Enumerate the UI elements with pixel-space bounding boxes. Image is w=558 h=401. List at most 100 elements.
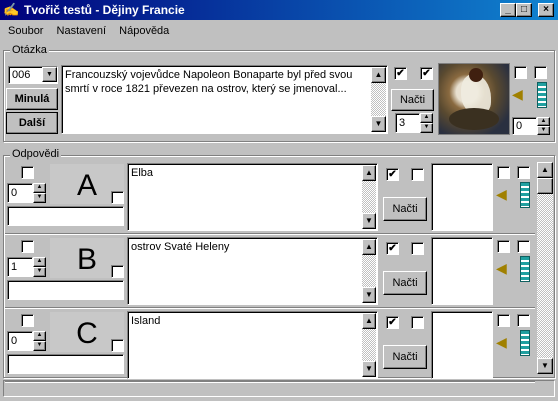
answer-extra-field[interactable] <box>7 206 124 226</box>
speaker-icon[interactable]: ◀ <box>512 86 523 103</box>
minimize-button[interactable]: _ <box>500 3 516 17</box>
speaker-icon[interactable]: ◀ <box>496 186 507 203</box>
answer-select-check[interactable] <box>21 240 34 253</box>
answer-points-field[interactable]: 0 <box>7 183 33 203</box>
answers-group-label: Odpovědi <box>10 148 62 160</box>
dropdown-arrow-icon: ▼ <box>46 71 53 78</box>
answers-scroll-thumb[interactable] <box>537 178 553 194</box>
scroll-up-button[interactable]: ▲ <box>362 165 376 181</box>
question-text[interactable]: Francouzský vojevůdce Napoleon Bonaparte… <box>61 65 388 134</box>
question-text-content: Francouzský vojevůdce Napoleon Bonaparte… <box>65 69 353 95</box>
title-bar: ✍ Tvořič testů - Dějiny Francie _ □ × <box>0 0 558 20</box>
film-icon[interactable] <box>520 182 530 208</box>
answer-extra-field[interactable] <box>7 280 124 300</box>
answer-points-spinner[interactable]: ▲ ▼ <box>33 331 46 351</box>
scroll-up-button[interactable]: ▲ <box>371 67 386 83</box>
answer-image-check-2[interactable] <box>517 314 530 327</box>
answers-scroll-up[interactable]: ▲ <box>537 162 553 178</box>
answer-correct-check[interactable]: ✔ <box>386 168 399 181</box>
film-icon[interactable] <box>537 82 547 108</box>
question-number: 006 <box>12 69 31 81</box>
answer-alt-check[interactable] <box>411 316 424 329</box>
answer-text[interactable]: Elba <box>127 163 378 231</box>
answer-select-check[interactable] <box>21 314 34 327</box>
answer-letter-check[interactable] <box>111 265 124 278</box>
answers-scroll-down[interactable]: ▼ <box>537 358 553 374</box>
question-scrollbar[interactable]: ▲ ▼ <box>371 67 386 132</box>
answer-letter-check[interactable] <box>111 339 124 352</box>
answer-text[interactable]: Island <box>127 311 378 379</box>
sound-value-field[interactable]: 0 <box>512 117 537 135</box>
answer-correct-check[interactable]: ✔ <box>386 242 399 255</box>
spin-up[interactable]: ▲ <box>33 257 46 267</box>
spin-down[interactable]: ▼ <box>33 193 46 203</box>
load-answer-button[interactable]: Načti <box>383 345 427 369</box>
answer-text-scrollbar[interactable]: ▲ ▼ <box>362 239 376 303</box>
load-answer-button[interactable]: Načti <box>383 197 427 221</box>
answer-select-check[interactable] <box>21 166 34 179</box>
question-check-2[interactable]: ✔ <box>420 67 433 80</box>
spin-up[interactable]: ▲ <box>537 117 550 126</box>
answer-correct-check[interactable]: ✔ <box>386 316 399 329</box>
answer-alt-check[interactable] <box>411 242 424 255</box>
scroll-up-icon: ▲ <box>365 316 373 325</box>
film-icon[interactable] <box>520 330 530 356</box>
image-check-1[interactable] <box>514 66 527 79</box>
close-icon: × <box>543 4 549 15</box>
answer-points-spinner[interactable]: ▲ ▼ <box>33 183 46 203</box>
speaker-icon[interactable]: ◀ <box>496 260 507 277</box>
scroll-down-button[interactable]: ▼ <box>371 116 386 132</box>
question-count-field[interactable]: 3 <box>395 113 420 133</box>
maximize-button[interactable]: □ <box>516 3 532 17</box>
menu-napoveda[interactable]: Nápověda <box>119 25 169 37</box>
dropdown-arrow-button[interactable]: ▼ <box>42 67 57 82</box>
question-check-1[interactable]: ✔ <box>394 67 407 80</box>
spin-down[interactable]: ▼ <box>33 341 46 351</box>
answers-scrollbar[interactable]: ▲ ▼ <box>537 162 553 374</box>
image-check-2[interactable] <box>534 66 547 79</box>
spin-up[interactable]: ▲ <box>33 331 46 341</box>
spin-down[interactable]: ▼ <box>33 267 46 277</box>
answer-letter-check[interactable] <box>111 191 124 204</box>
scroll-up-button[interactable]: ▲ <box>362 313 376 329</box>
answer-extra-field[interactable] <box>7 354 124 374</box>
answer-image-check-1[interactable] <box>497 240 510 253</box>
answer-image[interactable] <box>431 311 493 379</box>
scroll-down-button[interactable]: ▼ <box>362 361 376 377</box>
answer-text[interactable]: ostrov Svaté Heleny <box>127 237 378 305</box>
scroll-up-button[interactable]: ▲ <box>362 239 376 255</box>
question-image <box>438 63 510 135</box>
spin-up[interactable]: ▲ <box>420 113 433 123</box>
menu-nastaveni[interactable]: Nastavení <box>57 25 107 37</box>
answer-points-field[interactable]: 1 <box>7 257 33 277</box>
answer-alt-check[interactable] <box>411 168 424 181</box>
film-icon[interactable] <box>520 256 530 282</box>
scroll-down-button[interactable]: ▼ <box>362 287 376 303</box>
spin-down[interactable]: ▼ <box>420 123 433 133</box>
answer-text-scrollbar[interactable]: ▲ ▼ <box>362 165 376 229</box>
menu-soubor[interactable]: Soubor <box>8 25 43 37</box>
answer-points-field[interactable]: 0 <box>7 331 33 351</box>
next-button[interactable]: Další <box>6 112 58 134</box>
answer-image-check-2[interactable] <box>517 240 530 253</box>
spin-up[interactable]: ▲ <box>33 183 46 193</box>
maximize-icon: □ <box>520 4 528 15</box>
question-number-select[interactable]: 006 ▼ <box>8 66 58 84</box>
sound-spinner[interactable]: ▲ ▼ <box>537 117 550 135</box>
load-question-button[interactable]: Načti <box>391 89 434 111</box>
scroll-down-button[interactable]: ▼ <box>362 213 376 229</box>
load-answer-button[interactable]: Načti <box>383 271 427 295</box>
answer-image-check-1[interactable] <box>497 166 510 179</box>
answer-image-check-1[interactable] <box>497 314 510 327</box>
close-button[interactable]: × <box>538 3 554 17</box>
answer-text-scrollbar[interactable]: ▲ ▼ <box>362 313 376 377</box>
spin-down[interactable]: ▼ <box>537 126 550 135</box>
scroll-up-icon: ▲ <box>365 168 373 177</box>
previous-button[interactable]: Minulá <box>6 88 58 110</box>
answer-image[interactable] <box>431 237 493 305</box>
speaker-icon[interactable]: ◀ <box>496 334 507 351</box>
question-count-spinner[interactable]: ▲ ▼ <box>420 113 433 133</box>
answer-image[interactable] <box>431 163 493 231</box>
answer-image-check-2[interactable] <box>517 166 530 179</box>
answer-points-spinner[interactable]: ▲ ▼ <box>33 257 46 277</box>
